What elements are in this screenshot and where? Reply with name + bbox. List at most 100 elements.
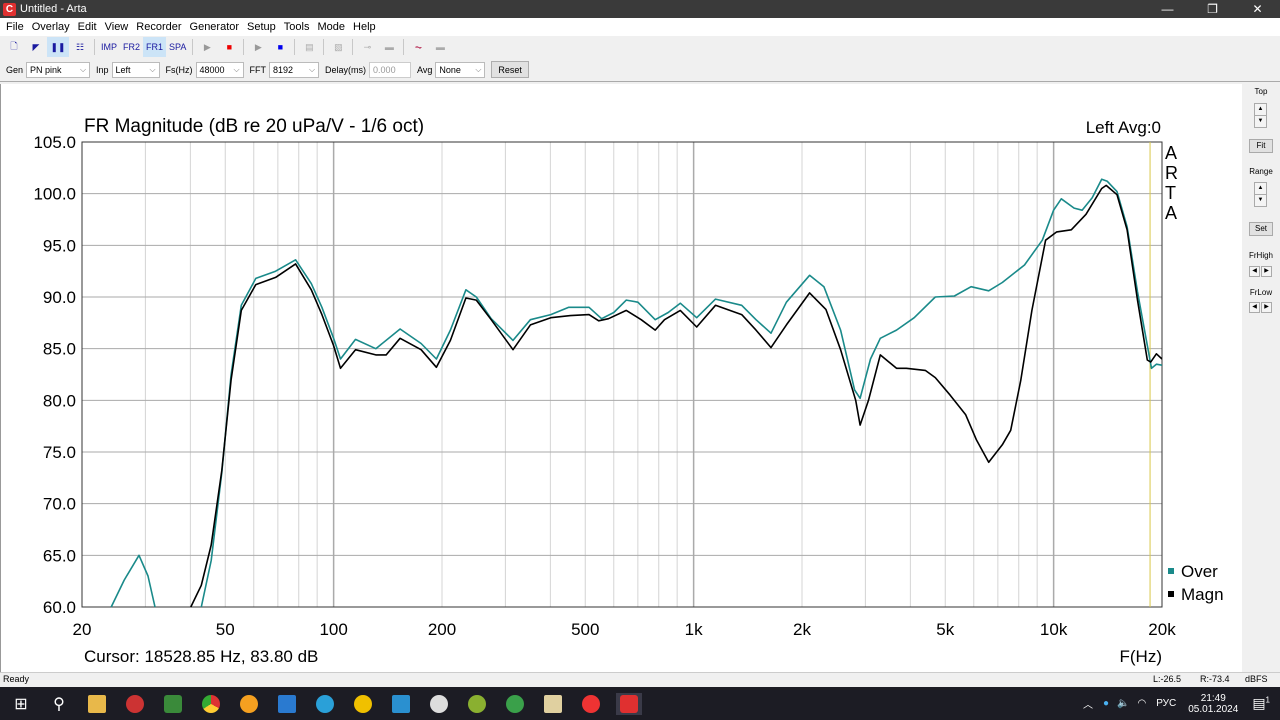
legend-label-magn: Magn bbox=[1181, 585, 1224, 604]
language-indicator[interactable]: РУС bbox=[1156, 698, 1176, 709]
settings-icon[interactable]: ▬ bbox=[429, 37, 451, 57]
series-over-line bbox=[110, 554, 156, 608]
telegram-tray-icon[interactable]: ● bbox=[1103, 698, 1109, 709]
y-tick-label: 95.0 bbox=[43, 236, 76, 255]
x-axis-label: F(Hz) bbox=[1120, 647, 1162, 666]
volume-icon[interactable]: 🔈 bbox=[1117, 698, 1129, 709]
app-icon[interactable] bbox=[388, 693, 414, 715]
menu-mode[interactable]: Mode bbox=[313, 21, 349, 33]
y-tick-label: 80.0 bbox=[43, 391, 76, 410]
play-icon[interactable]: ▶ bbox=[196, 37, 218, 57]
menu-view[interactable]: View bbox=[101, 21, 133, 33]
frhigh-right-button[interactable]: ▶ bbox=[1261, 266, 1272, 277]
menu-edit[interactable]: Edit bbox=[74, 21, 101, 33]
box-icon[interactable]: ▬ bbox=[378, 37, 400, 57]
menu-help[interactable]: Help bbox=[349, 21, 380, 33]
set-button[interactable]: Set bbox=[1249, 222, 1273, 236]
legend-label-over: Over bbox=[1181, 562, 1218, 581]
avg-select[interactable]: None ⌵ bbox=[435, 61, 486, 78]
chevron-down-icon: ⌵ bbox=[149, 64, 156, 74]
fr-chart[interactable]: 105.0 100.0 95.0 90.0 85.0 80.0 75.0 70.0 65.0 60… bbox=[1, 84, 1242, 672]
left-level: L:-26.5 bbox=[1153, 674, 1182, 684]
scope-icon[interactable]: ⏦ bbox=[407, 37, 429, 57]
arta-watermark-letter: A bbox=[1165, 203, 1177, 223]
y-tick-label: 100.0 bbox=[33, 185, 76, 204]
plot-area[interactable]: 105.0 100.0 95.0 90.0 85.0 80.0 75.0 70.0 65.0 60… bbox=[0, 84, 1242, 672]
input-select[interactable]: Left ⌵ bbox=[111, 61, 160, 78]
menu-overlay[interactable]: Overlay bbox=[28, 21, 74, 33]
y-tick-label: 75.0 bbox=[43, 443, 76, 462]
windows-start-icon[interactable]: ⊞ bbox=[8, 693, 34, 715]
close-button[interactable]: ✕ bbox=[1235, 0, 1280, 18]
wifi-icon[interactable]: ◠ bbox=[1137, 698, 1146, 709]
arta-watermark-letter: R bbox=[1165, 163, 1178, 183]
generator-select[interactable]: PN pink ⌵ bbox=[26, 61, 91, 78]
telegram-icon[interactable] bbox=[312, 693, 338, 715]
mail-icon[interactable] bbox=[274, 693, 300, 715]
range-down-button[interactable]: ▼ bbox=[1254, 194, 1267, 207]
notes-icon[interactable] bbox=[540, 693, 566, 715]
toolbar: 🗋 ◤ ❚❚ ☷ IMP FR2 FR1 SPA ▶ ■ ▶ ■ ▤ ▧ ⊸ ▬… bbox=[0, 36, 1280, 58]
fft-select[interactable]: 8192 ⌵ bbox=[269, 61, 320, 78]
chevron-down-icon: ⌵ bbox=[475, 64, 482, 74]
samplerate-select[interactable]: 48000 ⌵ bbox=[195, 61, 244, 78]
probe-icon[interactable]: ⊸ bbox=[356, 37, 378, 57]
frlow-right-button[interactable]: ▶ bbox=[1261, 302, 1272, 313]
delay-input[interactable]: 0.000 bbox=[369, 61, 412, 78]
parameters-bar: Gen PN pink ⌵ Inp Left ⌵ Fs(Hz) 48000 ⌵ FFT… bbox=[0, 58, 1280, 82]
y-tick-label: 90.0 bbox=[43, 288, 76, 307]
table-icon[interactable]: ☷ bbox=[69, 37, 91, 57]
fr2-button[interactable]: FR2 bbox=[120, 37, 143, 57]
pause-icon[interactable]: ❚❚ bbox=[47, 37, 69, 57]
calibrate-icon[interactable]: ▧ bbox=[327, 37, 349, 57]
cursor-readout: Cursor: 18528.85 Hz, 83.80 dB bbox=[84, 647, 318, 666]
app-icon[interactable] bbox=[502, 693, 528, 715]
mp3-icon[interactable] bbox=[160, 693, 186, 715]
status-bar: Ready L:-26.5 R:-73.4 dBFS bbox=[0, 672, 1280, 687]
separator bbox=[243, 39, 245, 55]
audio-app-icon[interactable] bbox=[236, 693, 262, 715]
frlow-left-button[interactable]: ◀ bbox=[1249, 302, 1260, 313]
imp-button[interactable]: IMP bbox=[98, 37, 120, 57]
menu-file[interactable]: File bbox=[2, 21, 28, 33]
x-tick-label: 10k bbox=[1040, 620, 1068, 639]
y-tick-label: 70.0 bbox=[43, 495, 76, 514]
inp-label: Inp bbox=[96, 64, 109, 75]
frhigh-left-button[interactable]: ◀ bbox=[1249, 266, 1260, 277]
menu-recorder[interactable]: Recorder bbox=[132, 21, 185, 33]
search-icon[interactable]: ⚲ bbox=[46, 693, 72, 715]
new-icon[interactable]: 🗋 bbox=[3, 37, 25, 57]
maximize-button[interactable]: ❐ bbox=[1190, 0, 1235, 18]
legend-swatch-over bbox=[1168, 568, 1174, 574]
file-explorer-icon[interactable] bbox=[84, 693, 110, 715]
x-tick-label: 100 bbox=[319, 620, 347, 639]
menu-tools[interactable]: Tools bbox=[280, 21, 314, 33]
minimize-button[interactable]: — bbox=[1145, 0, 1190, 18]
yandex-browser-icon[interactable] bbox=[578, 693, 604, 715]
record-icon[interactable]: ▤ bbox=[298, 37, 320, 57]
arta-taskbar-icon[interactable] bbox=[616, 692, 642, 715]
reset-button[interactable]: Reset bbox=[491, 61, 529, 78]
notifications-icon[interactable]: ▤1 bbox=[1252, 695, 1270, 712]
menu-setup[interactable]: Setup bbox=[243, 21, 280, 33]
app-icon[interactable] bbox=[350, 693, 376, 715]
media-player-icon[interactable] bbox=[122, 693, 148, 715]
stop-icon[interactable]: ■ bbox=[218, 37, 240, 57]
chevron-down-icon: ⌵ bbox=[308, 64, 316, 74]
open-icon[interactable]: ◤ bbox=[25, 37, 47, 57]
app-icon[interactable] bbox=[464, 693, 490, 715]
chevron-up-icon[interactable]: ︿ bbox=[1083, 696, 1093, 711]
play-icon[interactable]: ▶ bbox=[247, 37, 269, 57]
clock[interactable]: 21:49 05.01.2024 bbox=[1188, 693, 1238, 715]
app-icon[interactable] bbox=[426, 693, 452, 715]
fit-button[interactable]: Fit bbox=[1249, 139, 1273, 153]
separator bbox=[94, 39, 95, 55]
fr1-button[interactable]: FR1 bbox=[143, 37, 167, 57]
spa-button[interactable]: SPA bbox=[166, 37, 189, 57]
stop-icon[interactable]: ■ bbox=[269, 37, 291, 57]
delay-label: Delay(ms) bbox=[325, 64, 367, 75]
top-down-button[interactable]: ▼ bbox=[1254, 115, 1267, 128]
chrome-icon[interactable] bbox=[198, 693, 224, 715]
menu-generator[interactable]: Generator bbox=[186, 21, 244, 33]
notification-count: 1 bbox=[1265, 695, 1270, 705]
